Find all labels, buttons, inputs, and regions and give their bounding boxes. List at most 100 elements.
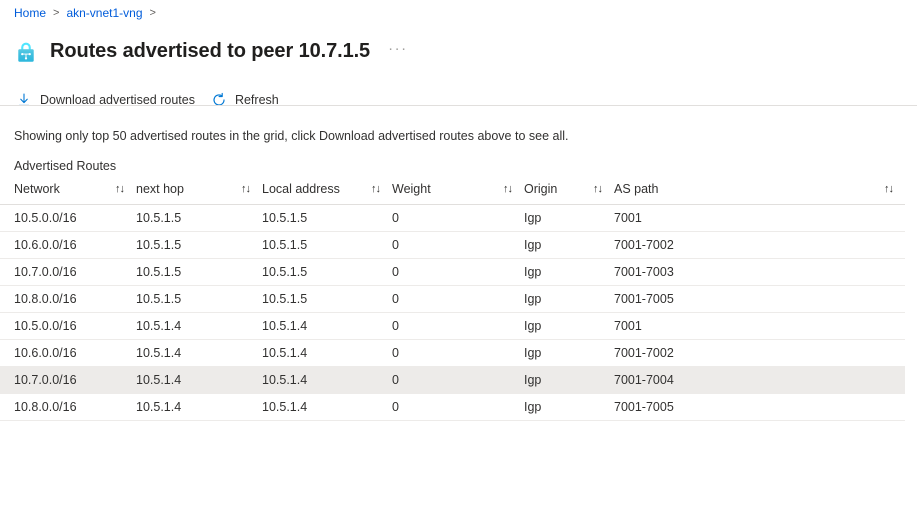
more-menu-button[interactable]: ··· (388, 40, 408, 57)
page-title: Routes advertised to peer 10.7.1.5 (50, 39, 371, 62)
cell-as-path-value: 7001 (614, 211, 642, 225)
breadcrumb-separator-last: > (149, 7, 156, 19)
cell-local-address-value: 10.5.1.4 (262, 319, 308, 333)
cell-weight: 0 (392, 204, 524, 232)
cell-weight: 0 (392, 258, 524, 286)
cell-weight-value: 0 (392, 211, 399, 225)
cell-next-hop: 10.5.1.4 (136, 366, 262, 394)
table-row[interactable]: 10.8.0.0/16 10.5.1.5 10.5.1.5 0 Igp 7001-7005 (0, 285, 905, 313)
breadcrumb-separator: > (53, 7, 60, 19)
cell-origin-value: Igp (524, 265, 542, 279)
table-header: Network ↑↓ next hop ↑↓ Local address ↑↓ … (0, 182, 905, 205)
breadcrumb-item-akn-vnet1-vng[interactable]: akn-vnet1-vng (66, 0, 142, 26)
cell-origin: Igp (524, 312, 614, 340)
sort-icon-local-address[interactable]: ↑↓ (371, 183, 381, 195)
column-header-weight-label: Weight (392, 182, 431, 196)
column-header-network[interactable]: Network ↑↓ (0, 182, 136, 205)
cell-local-address-value: 10.5.1.5 (262, 238, 308, 252)
cell-as-path-value: 7001-7005 (614, 400, 674, 414)
cell-next-hop-value: 10.5.1.5 (136, 238, 182, 252)
cell-local-address: 10.5.1.4 (262, 312, 392, 340)
sort-icon-origin[interactable]: ↑↓ (593, 183, 603, 195)
breadcrumb: Home > akn-vnet1-vng > (0, 0, 917, 26)
cell-local-address-value: 10.5.1.5 (262, 265, 308, 279)
cell-weight: 0 (392, 366, 524, 394)
page-header: Routes advertised to peer 10.7.1.5 ··· (0, 26, 917, 70)
cell-next-hop: 10.5.1.5 (136, 285, 262, 313)
cell-origin: Igp (524, 204, 614, 232)
column-header-as-path[interactable]: AS path ↑↓ (614, 182, 905, 205)
sort-icon-next-hop[interactable]: ↑↓ (241, 183, 251, 195)
download-advertised-routes-button[interactable]: Download advertised routes (14, 85, 203, 115)
cell-origin-value: Igp (524, 400, 542, 414)
cell-origin-value: Igp (524, 211, 542, 225)
sort-icon-weight[interactable]: ↑↓ (503, 183, 513, 195)
cell-origin: Igp (524, 285, 614, 313)
cell-network-value: 10.5.0.0/16 (14, 211, 77, 225)
column-header-origin-label: Origin (524, 182, 558, 196)
table-row[interactable]: 10.5.0.0/16 10.5.1.5 10.5.1.5 0 Igp 7001 (0, 204, 905, 232)
cell-as-path: 7001-7002 (614, 339, 905, 367)
advertised-routes-section-label: Advertised Routes (14, 159, 117, 173)
cell-network-value: 10.5.0.0/16 (14, 319, 77, 333)
cell-network-value: 10.7.0.0/16 (14, 265, 77, 279)
cell-as-path-value: 7001-7003 (614, 265, 674, 279)
cell-weight: 0 (392, 393, 524, 421)
cell-local-address-value: 10.5.1.4 (262, 346, 308, 360)
cell-as-path: 7001-7005 (614, 285, 905, 313)
cell-origin: Igp (524, 366, 614, 394)
cell-as-path: 7001-7004 (614, 366, 905, 394)
sort-icon-network[interactable]: ↑↓ (115, 183, 125, 195)
cell-local-address: 10.5.1.4 (262, 339, 392, 367)
cell-local-address: 10.5.1.4 (262, 393, 392, 421)
cell-weight-value: 0 (392, 346, 399, 360)
cell-as-path-value: 7001 (614, 319, 642, 333)
cell-origin-value: Igp (524, 319, 542, 333)
table-row[interactable]: 10.7.0.0/16 10.5.1.5 10.5.1.5 0 Igp 7001-7003 (0, 258, 905, 286)
sort-icon-as-path[interactable]: ↑↓ (884, 183, 894, 195)
cell-network-value: 10.8.0.0/16 (14, 400, 77, 414)
cell-weight-value: 0 (392, 292, 399, 306)
cell-weight-value: 0 (392, 238, 399, 252)
refresh-button[interactable]: Refresh (209, 85, 287, 115)
cell-weight: 0 (392, 339, 524, 367)
cell-next-hop-value: 10.5.1.4 (136, 346, 182, 360)
cell-network: 10.5.0.0/16 (0, 204, 136, 232)
cell-origin-value: Igp (524, 346, 542, 360)
cell-as-path-value: 7001-7002 (614, 238, 674, 252)
column-header-next-hop-label: next hop (136, 182, 184, 196)
cell-as-path-value: 7001-7005 (614, 292, 674, 306)
cell-network: 10.7.0.0/16 (0, 258, 136, 286)
cell-local-address: 10.5.1.5 (262, 204, 392, 232)
column-header-next-hop[interactable]: next hop ↑↓ (136, 182, 262, 205)
cell-weight: 0 (392, 312, 524, 340)
column-header-local-address[interactable]: Local address ↑↓ (262, 182, 392, 205)
cell-origin-value: Igp (524, 373, 542, 387)
cell-weight-value: 0 (392, 373, 399, 387)
table-row[interactable]: 10.6.0.0/16 10.5.1.5 10.5.1.5 0 Igp 7001-7002 (0, 231, 905, 259)
cell-local-address: 10.5.1.4 (262, 366, 392, 394)
table-row[interactable]: 10.8.0.0/16 10.5.1.4 10.5.1.4 0 Igp 7001-7005 (0, 393, 905, 421)
cell-origin: Igp (524, 393, 614, 421)
command-bar-divider (0, 105, 917, 106)
cell-local-address-value: 10.5.1.4 (262, 400, 308, 414)
cell-weight: 0 (392, 285, 524, 313)
cell-network: 10.7.0.0/16 (0, 366, 136, 394)
cell-next-hop: 10.5.1.4 (136, 312, 262, 340)
column-header-origin[interactable]: Origin ↑↓ (524, 182, 614, 205)
advertised-routes-table: Network ↑↓ next hop ↑↓ Local address ↑↓ … (0, 182, 905, 421)
table-row[interactable]: 10.5.0.0/16 10.5.1.4 10.5.1.4 0 Igp 7001 (0, 312, 905, 340)
table-row[interactable]: 10.7.0.0/16 10.5.1.4 10.5.1.4 0 Igp 7001-7004 (0, 366, 905, 394)
cell-next-hop: 10.5.1.4 (136, 339, 262, 367)
column-header-weight[interactable]: Weight ↑↓ (392, 182, 524, 205)
cell-as-path-value: 7001-7004 (614, 373, 674, 387)
breadcrumb-item-home[interactable]: Home (14, 0, 46, 26)
cell-local-address: 10.5.1.5 (262, 258, 392, 286)
cell-network: 10.8.0.0/16 (0, 393, 136, 421)
cell-next-hop: 10.5.1.5 (136, 258, 262, 286)
cell-next-hop-value: 10.5.1.4 (136, 400, 182, 414)
cell-next-hop: 10.5.1.5 (136, 204, 262, 232)
cell-network-value: 10.8.0.0/16 (14, 292, 77, 306)
cell-local-address-value: 10.5.1.4 (262, 373, 308, 387)
table-row[interactable]: 10.6.0.0/16 10.5.1.4 10.5.1.4 0 Igp 7001-7002 (0, 339, 905, 367)
